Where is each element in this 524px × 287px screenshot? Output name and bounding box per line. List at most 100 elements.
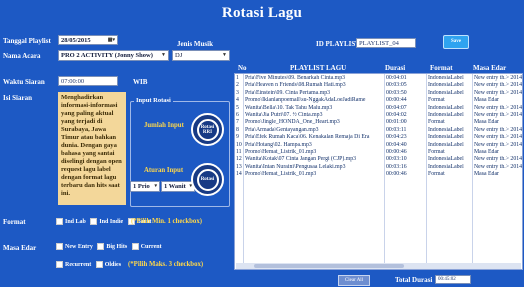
playlist-table: 1 Pria\Five Minutes\09. Benarkah Cinta.mp… [234,73,523,270]
save-button[interactable]: Save [443,35,469,49]
table-row[interactable]: 10 Pria\Hotang\02. Hampa.mp3 00:04:40 Indon… [235,142,522,149]
cell-format: IndonesiaLabel [428,89,464,96]
cell-no: 5 [236,104,239,111]
table-row[interactable]: 6 Wanita\Jia Putri\07. ½ Cinta.mp3 00:04:0… [235,112,522,119]
aturan-input-label: Aturan Input [144,167,184,174]
cell-format: IndonesiaLabel [428,75,464,81]
cell-playlist: Promo\Hemat_Listrik_01.mp3 [245,149,317,155]
cell-no: 13 [236,163,242,170]
tanggal-value: 28/05/2015 [61,37,91,44]
cell-durasi: 00:04:01 [386,75,407,81]
cell-durasi: 00:04:40 [386,141,407,148]
cell-masa-edar: New entry th.> 2014 [474,163,522,170]
checkbox-icon [97,243,105,250]
table-row[interactable]: 1 Pria\Five Minutes\09. Benarkah Cinta.mp… [235,75,522,82]
jenis-musik-label: Jenis Musik [177,40,213,48]
checkbox-big-hits[interactable]: Big Hits [97,243,128,250]
rotasi-label: Rotasi [200,177,215,182]
masa-edar-row1: New Entry Big Hits Current [56,243,162,250]
cell-format: IndonesiaLabel [428,104,464,111]
cell-playlist: Wanita\Jia Putri\07. ½ Cinta.mp3 [245,112,323,118]
col-header-format: Format [430,64,453,72]
waktu-input[interactable]: 07:00:00 [58,76,118,86]
cell-format: Format [428,171,445,178]
table-row[interactable]: 11 Promo\Hemat_Listrik_01.mp3 00:00:46 Form… [235,149,522,156]
horizontal-scrollbar[interactable] [236,263,521,269]
checkbox-ind-lab[interactable]: Ind Lab [56,218,86,225]
cell-playlist: Pria\Heaven n Friends\08.Rumah Hati.mp3 [245,82,346,89]
id-playlist-input[interactable]: PLAYLIST_04 [356,38,416,48]
rotasi-rri-button[interactable]: Rotasi RRI [191,113,224,146]
cell-durasi: 00:04:02 [386,112,407,118]
checkbox-ind-indie[interactable]: Ind Indie [90,218,124,225]
cell-durasi: 00:03:05 [386,82,407,89]
cell-no: 8 [236,126,239,133]
cell-playlist: Pria\Efek Rumah Kaca\06. Kenakalan Remaj… [245,134,370,141]
cell-masa-edar: New entry th.> 2014 [474,89,522,96]
tanggal-label: Tanggal Playlist [3,37,51,45]
cell-masa-edar: Masa Edar [474,119,499,126]
cell-durasi: 00:00:46 [386,149,407,155]
cell-format: IndonesiaLabel [428,163,464,170]
checkbox-new-entry[interactable]: New Entry [56,243,93,250]
col-header-playlist: PLAYLIST LAGU [290,64,347,72]
cell-durasi: 00:03:10 [386,156,407,163]
cell-masa-edar: New entry th.> 2014 [474,112,522,118]
cell-playlist: Pria\Armada\Gentayangan.mp3 [245,126,319,133]
cell-playlist: Pria\Einstein\09. Cinta Pertama.mp3 [245,89,331,96]
waktu-label: Waktu Siaran [3,78,45,86]
checkbox-current[interactable]: Current [131,243,162,250]
table-row[interactable]: 14 Promo\Hemat_Listrik_01.mp3 00:00:46 Form… [235,171,522,178]
cell-playlist: Wanita\Bella\10. Tak Tahu Malu.mp3 [245,104,333,111]
table-row[interactable]: 13 Wanita\Intan Nuraini\Pengusaa Lelaki.m… [235,164,522,171]
checkbox-recurrent[interactable]: Recurrent [56,261,92,268]
cell-format: IndonesiaLabel [428,134,464,141]
format-option: Ind Indie [99,218,124,225]
format-hint: (*Pilih Min. 1 checkbox) [131,218,202,225]
cell-masa-edar: New entry th.> 2014 [474,75,522,81]
cell-no: 9 [236,134,239,141]
table-row[interactable]: 7 Promo\Jingle_HONDA_One_Heart.mp3 00:01:0… [235,119,522,126]
prio-select[interactable]: 1 Prio ▾ [130,181,160,192]
jenis-musik-select[interactable]: DJ ▼ [172,50,230,61]
chevron-down-icon: ▼ [161,53,166,58]
checkbox-icon [95,261,103,268]
nama-acara-value: PRO 2 ACTIVITY (Jonny Show) [61,52,153,59]
table-row[interactable]: 4 Promo\Iklanlanpoemall\su-NggakAdaLoeJad… [235,97,522,104]
cell-format: Format [428,149,445,155]
tanggal-input[interactable]: 28/05/2015 ▦▾ [58,35,118,45]
rotasi-icon: Rotasi [196,168,219,191]
cell-format: Format [428,119,445,126]
nama-acara-select[interactable]: PRO 2 ACTIVITY (Jonny Show) ▼ [58,50,169,61]
masa-edar-option: Big Hits [106,243,128,250]
table-row[interactable]: 9 Pria\Efek Rumah Kaca\06. Kenakalan Rema… [235,134,522,141]
calendar-icon[interactable]: ▦▾ [108,36,115,44]
cell-durasi: 00:00:44 [386,97,407,104]
save-label: Save [451,39,461,44]
clear-all-button[interactable]: Clear All [338,275,370,286]
jumlah-input-label: Jumlah Input [144,122,184,129]
rotasi-button[interactable]: Rotasi [191,163,224,196]
cell-masa-edar: New entry th.> 2014 [474,156,522,163]
checkbox-icon [56,218,63,225]
scrollbar-thumb[interactable] [254,264,404,268]
cell-durasi: 00:04:07 [386,104,407,111]
wanit-select[interactable]: 1 Wanit ▾ [161,181,195,192]
table-row[interactable]: 3 Pria\Einstein\09. Cinta Pertama.mp3 00:0… [235,90,522,97]
table-row[interactable]: 5 Wanita\Bella\10. Tak Tahu Malu.mp3 00:04… [235,105,522,112]
table-row[interactable]: 8 Pria\Armada\Gentayangan.mp3 00:03:11 Indo… [235,127,522,134]
cell-playlist: Wanita\Kotak\07 Cinta Jangan Pergi (CJP)… [245,156,357,163]
table-row[interactable]: 2 Pria\Heaven n Friends\08.Rumah Hati.mp3… [235,82,522,89]
masa-edar-option: Recurrent [65,261,92,268]
cell-durasi: 00:01:00 [386,119,407,126]
cell-no: 3 [236,89,239,96]
checkbox-oldies[interactable]: Oldies [95,261,122,268]
masa-edar-option: Oldies [104,261,122,268]
masa-edar-hint: (*Pilih Maks. 3 checkbox) [128,261,204,268]
cell-playlist: Pria\Hotang\02. Hampa.mp3 [245,141,312,148]
isi-siaran-label: Isi Siaran [3,94,32,102]
rotasi-rri-icon: Rotasi RRI [196,118,219,141]
cell-durasi: 00:03:11 [386,126,407,133]
table-row[interactable]: 12 Wanita\Kotak\07 Cinta Jangan Pergi (CJ… [235,156,522,163]
cell-masa-edar: Masa Edar [474,171,499,178]
